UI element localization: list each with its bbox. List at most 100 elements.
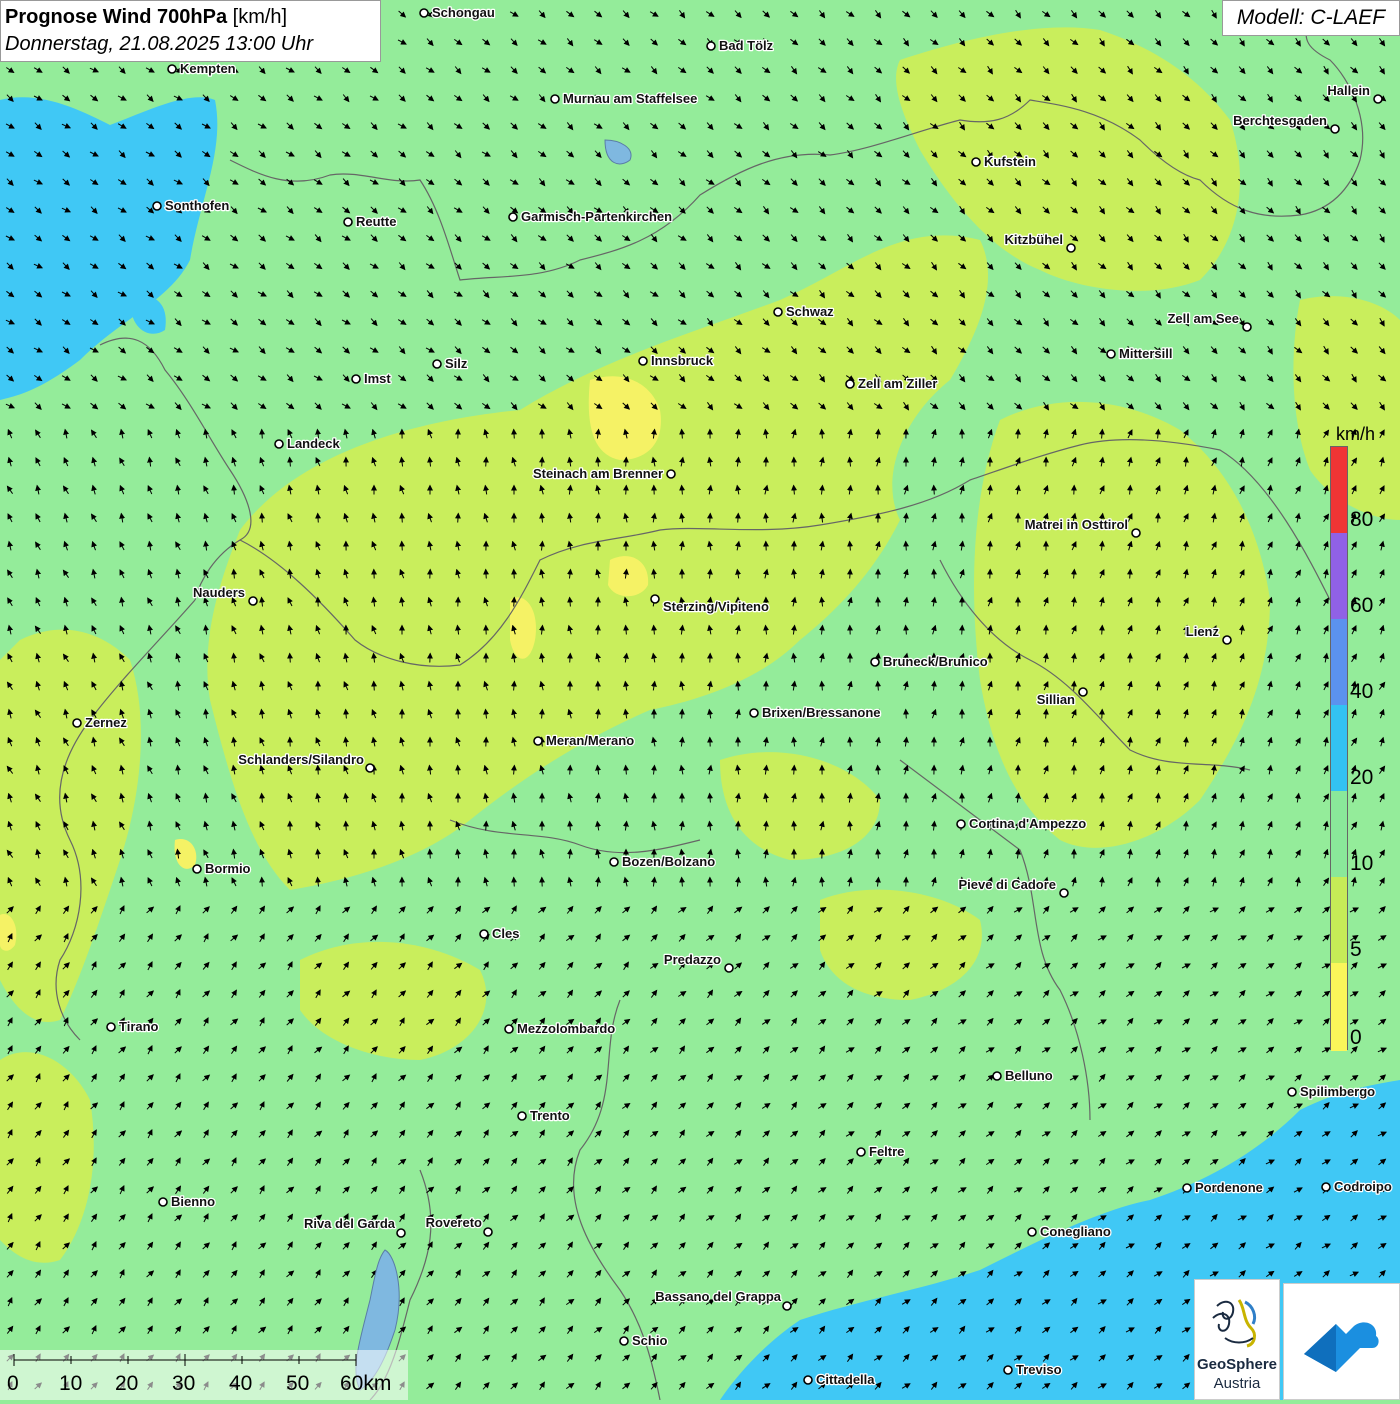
city-label: Mittersill	[1119, 346, 1172, 361]
geosphere-logo-line2: Austria	[1195, 1375, 1279, 1392]
city-marker	[707, 42, 715, 50]
wind-arrow	[906, 542, 907, 551]
city-marker	[509, 213, 517, 221]
city-marker	[1079, 688, 1087, 696]
city-label: Steinach am Brenner	[533, 466, 663, 481]
city-label: Riva del Garda	[304, 1216, 396, 1231]
wind-arrow	[794, 766, 795, 775]
legend-label-5: 5	[1350, 938, 1362, 962]
city-marker	[846, 380, 854, 388]
city-label: Bozen/Bolzano	[622, 854, 715, 869]
scale-label-50: 50	[286, 1372, 309, 1396]
city-label: Reutte	[356, 214, 396, 229]
city-marker	[725, 964, 733, 972]
city-label: Feltre	[869, 1144, 904, 1159]
city-marker	[1331, 125, 1339, 133]
city-marker	[168, 65, 176, 73]
map-title: Prognose Wind 700hPa [km/h]	[5, 4, 376, 30]
city-label: Meran/Merano	[546, 733, 634, 748]
wind-arrow	[514, 878, 515, 887]
legend-seg-yellow	[1331, 963, 1347, 1051]
color-legend: km/h 80 60 40 20 10 5 0	[1328, 420, 1386, 1060]
wind-arrow	[962, 626, 963, 635]
city-label: Schongau	[432, 5, 495, 20]
scale-label-0: 0	[7, 1372, 19, 1396]
city-marker	[433, 360, 441, 368]
city-marker	[153, 202, 161, 210]
city-marker	[159, 1198, 167, 1206]
city-marker	[366, 764, 374, 772]
city-marker	[774, 308, 782, 316]
city-marker	[667, 470, 675, 478]
city-label: Bad Tölz	[719, 38, 774, 53]
wind-arrow	[654, 794, 655, 803]
city-label: Belluno	[1005, 1068, 1053, 1083]
city-label: Schlanders/Silandro	[238, 752, 364, 767]
map-title-unit: [km/h]	[233, 6, 287, 28]
city-label: Bruneck/Brunico	[883, 654, 988, 669]
city-label: Cles	[492, 926, 519, 941]
city-label: Predazzo	[664, 952, 721, 967]
city-marker	[1107, 350, 1115, 358]
legend-label-10: 10	[1350, 852, 1373, 876]
city-label: Schio	[632, 1333, 667, 1348]
forecast-datetime: Donnerstag, 21.08.2025 13:00 Uhr	[5, 30, 376, 58]
wind-arrow	[570, 766, 571, 775]
city-label: Sillian	[1037, 692, 1075, 707]
wind-arrow	[402, 542, 403, 551]
app-logo-icon	[1284, 1284, 1399, 1399]
city-label: Hallein	[1327, 83, 1370, 98]
legend-seg-purple	[1331, 533, 1347, 619]
city-label: Sonthofen	[165, 198, 229, 213]
geosphere-logo[interactable]: GeoSphere Austria	[1194, 1279, 1280, 1400]
legend-seg-cyan	[1331, 705, 1347, 791]
city-label: Schwaz	[786, 304, 834, 319]
city-marker	[857, 1148, 865, 1156]
city-label: Landeck	[287, 436, 341, 451]
city-marker	[610, 858, 618, 866]
wind-arrow	[906, 710, 907, 719]
city-marker	[1028, 1228, 1036, 1236]
geosphere-logo-line1: GeoSphere	[1195, 1356, 1279, 1373]
city-label: Zernez	[85, 715, 127, 730]
scale-label-30: 30	[172, 1372, 195, 1396]
scale-label-10: 10	[59, 1372, 82, 1396]
city-label: Pordenone	[1195, 1180, 1263, 1195]
city-marker	[551, 95, 559, 103]
wind-arrow	[906, 822, 907, 831]
city-marker	[1288, 1088, 1296, 1096]
city-label: Kempten	[180, 61, 236, 76]
wind-arrow	[1074, 682, 1075, 691]
model-label: Modell: C-LAEF	[1222, 0, 1400, 36]
legend-bar	[1330, 446, 1348, 1050]
city-marker	[1374, 95, 1382, 103]
wind-arrow	[850, 570, 851, 579]
weather-app-logo[interactable]	[1283, 1283, 1400, 1400]
wind-arrow	[1102, 626, 1103, 635]
city-marker	[193, 865, 201, 873]
legend-seg-red	[1331, 447, 1347, 533]
city-label: Murnau am Staffelsee	[563, 91, 697, 106]
wind-arrow	[346, 822, 347, 831]
city-marker	[344, 218, 352, 226]
city-marker	[420, 9, 428, 17]
wind-arrow	[486, 822, 487, 831]
wind-arrow	[458, 514, 459, 523]
wind-arrow	[430, 850, 431, 859]
wind-arrow	[1130, 570, 1131, 579]
city-marker	[1004, 1366, 1012, 1374]
city-marker	[783, 1302, 791, 1310]
wind-arrow	[1018, 430, 1019, 439]
city-label: Silz	[445, 356, 468, 371]
city-label: Garmisch-Partenkirchen	[521, 209, 672, 224]
city-label: Lienz	[1186, 624, 1220, 639]
city-marker	[750, 709, 758, 717]
city-label: Zell am Ziller	[858, 376, 937, 391]
wind-arrow	[262, 514, 263, 523]
city-label: Zell am See	[1167, 311, 1239, 326]
city-label: Treviso	[1016, 1362, 1062, 1377]
city-label: Codroipo	[1334, 1179, 1392, 1194]
wind-map[interactable]: Schongau Bad Tölz Kempten Murnau am Staffel…	[0, 0, 1400, 1400]
city-label: Spilimbergo	[1300, 1084, 1375, 1099]
legend-unit: km/h	[1336, 424, 1375, 445]
